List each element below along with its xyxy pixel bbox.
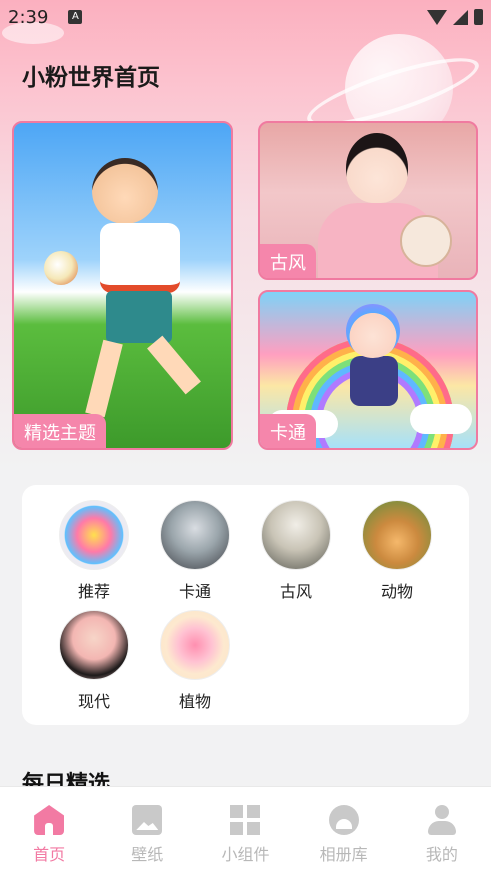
nav-item-profile[interactable]: 我的 xyxy=(393,787,491,872)
category-recommend[interactable]: 推荐 xyxy=(49,500,139,602)
profile-icon xyxy=(427,805,457,835)
nav-item-home[interactable]: 首页 xyxy=(0,787,98,872)
soccer-ball-illustration xyxy=(44,251,78,285)
modern-avatar xyxy=(59,610,129,680)
category-label: 古风 xyxy=(279,582,312,601)
cartoon-girl-body-illustration xyxy=(350,356,398,406)
category-label: 现代 xyxy=(77,692,110,711)
lady-head-illustration xyxy=(346,133,408,203)
status-bar: 2:39 A xyxy=(0,0,491,34)
nav-label: 相册库 xyxy=(319,845,368,864)
ancient-style-card[interactable]: 古风 xyxy=(258,121,478,280)
a-icon: A xyxy=(68,10,83,24)
fan-illustration xyxy=(400,215,452,267)
wifi-icon xyxy=(427,9,447,25)
nav-label: 首页 xyxy=(33,845,66,864)
nav-label: 我的 xyxy=(425,845,458,864)
nav-item-wallpaper[interactable]: 壁纸 xyxy=(98,787,196,872)
ancient-style-label: 古风 xyxy=(260,244,316,278)
status-icons xyxy=(427,9,483,25)
widgets-icon xyxy=(230,805,261,835)
nav-item-widgets[interactable]: 小组件 xyxy=(196,787,294,872)
status-time: 2:39 xyxy=(8,6,49,28)
cartoon-girl-head-illustration xyxy=(346,304,400,358)
category-label: 动物 xyxy=(380,582,413,601)
cloud-illustration xyxy=(410,404,472,434)
wallpaper-icon xyxy=(132,805,163,835)
category-cartoon[interactable]: 卡通 xyxy=(150,500,240,602)
category-animal[interactable]: 动物 xyxy=(352,500,442,602)
featured-theme-label: 精选主题 xyxy=(14,414,106,448)
home-icon xyxy=(34,805,65,835)
cartoon-avatar xyxy=(160,500,230,570)
category-panel: 推荐 卡通 古风 动物 现代 植物 xyxy=(22,485,469,725)
cartoon-card[interactable]: 卡通 xyxy=(258,290,478,450)
album-icon xyxy=(328,805,359,835)
featured-theme-card[interactable]: 精选主题 xyxy=(12,121,233,450)
animal-avatar xyxy=(362,500,432,570)
bottom-nav: 首页 壁纸 小组件 相册库 我的 xyxy=(0,786,491,872)
category-label: 推荐 xyxy=(77,582,110,601)
category-ancient[interactable]: 古风 xyxy=(251,500,341,602)
boy-leg-illustration xyxy=(147,335,201,395)
nav-label: 小组件 xyxy=(221,845,270,864)
boy-shirt-illustration xyxy=(100,223,180,293)
plant-avatar xyxy=(160,610,230,680)
battery-icon xyxy=(474,9,483,25)
boy-head-illustration xyxy=(92,158,158,224)
category-label: 卡通 xyxy=(178,582,211,601)
page-title: 小粉世界首页 xyxy=(22,65,160,91)
category-modern[interactable]: 现代 xyxy=(49,610,139,712)
category-plant[interactable]: 植物 xyxy=(150,610,240,712)
boy-leg-illustration xyxy=(85,339,123,418)
nav-label: 壁纸 xyxy=(131,845,164,864)
category-label: 植物 xyxy=(178,692,211,711)
nav-item-album[interactable]: 相册库 xyxy=(295,787,393,872)
recommend-avatar xyxy=(59,500,129,570)
signal-icon xyxy=(453,9,468,25)
ancient-avatar xyxy=(261,500,331,570)
cartoon-label: 卡通 xyxy=(260,414,316,448)
